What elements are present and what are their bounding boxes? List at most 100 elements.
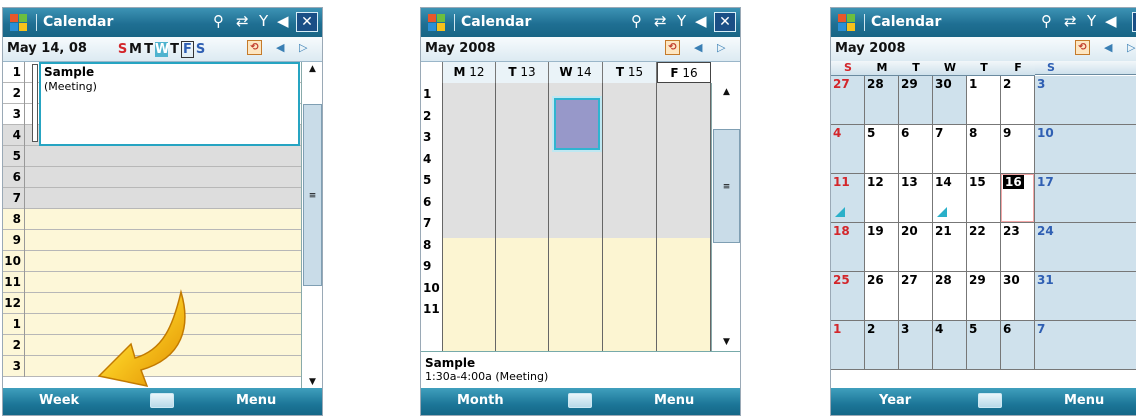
antenna-icon[interactable]: Y — [259, 12, 268, 30]
day-column[interactable] — [657, 83, 711, 351]
today-jump-icon[interactable]: ⟲ — [247, 40, 262, 55]
month-day-cell[interactable]: 14 — [933, 174, 967, 223]
scroll-thumb[interactable]: ≡ — [713, 129, 740, 243]
close-icon[interactable]: ✕ — [714, 12, 736, 32]
softkey-menu[interactable]: Menu — [1064, 393, 1104, 408]
month-day-cell[interactable]: 1 — [967, 76, 1001, 125]
month-day-cell[interactable]: 26 — [865, 272, 899, 321]
month-day-cell[interactable]: 13 — [899, 174, 933, 223]
day-header-wed[interactable]: W 14 — [549, 62, 603, 83]
volume-icon[interactable]: ◀ — [695, 12, 707, 30]
next-week-button[interactable]: ▷ — [717, 41, 725, 54]
windows-start-icon[interactable] — [427, 13, 447, 32]
month-day-cell[interactable]: 6 — [899, 125, 933, 174]
weekday-fri-today[interactable]: F — [181, 41, 194, 58]
scroll-up-icon[interactable]: ▲ — [712, 85, 740, 99]
vertical-scrollbar[interactable]: ▲ ≡ ▼ — [711, 83, 740, 351]
connectivity-icon[interactable]: ⇄ — [236, 12, 249, 30]
keyboard-icon[interactable] — [978, 393, 1002, 408]
month-day-cell[interactable]: 7 — [1035, 321, 1136, 370]
day-column[interactable] — [443, 83, 496, 351]
month-day-cell[interactable]: 22 — [967, 223, 1001, 272]
month-day-cell[interactable]: 28 — [933, 272, 967, 321]
windows-start-icon[interactable] — [837, 13, 857, 32]
connectivity-icon[interactable]: ⇄ — [1064, 12, 1077, 30]
day-header-mon[interactable]: M 12 — [443, 62, 496, 83]
month-day-cell[interactable]: 9 — [1001, 125, 1035, 174]
volume-icon[interactable]: ◀ — [277, 12, 289, 30]
windows-start-icon[interactable] — [9, 13, 29, 32]
hour-row[interactable]: 6 — [3, 167, 301, 188]
month-day-cell[interactable]: 27 — [831, 76, 865, 125]
day-header-tue[interactable]: T 13 — [496, 62, 549, 83]
month-day-cell[interactable]: 7 — [933, 125, 967, 174]
hour-row[interactable]: 5 — [3, 146, 301, 167]
month-day-cell[interactable]: 27 — [899, 272, 933, 321]
month-day-cell[interactable]: 29 — [967, 272, 1001, 321]
month-day-cell[interactable]: 30 — [1001, 272, 1035, 321]
next-month-button[interactable]: ▷ — [1127, 41, 1135, 54]
hour-row[interactable]: 10 — [3, 251, 301, 272]
month-day-cell[interactable]: 16 — [1001, 174, 1035, 223]
antenna-icon[interactable]: Y — [1087, 12, 1096, 30]
month-day-cell[interactable]: 30 — [933, 76, 967, 125]
hour-row[interactable]: 9 — [3, 230, 301, 251]
weekday-tue[interactable]: T — [142, 42, 155, 57]
month-day-cell[interactable]: 28 — [865, 76, 899, 125]
current-date[interactable]: May 14, 08 — [7, 41, 87, 56]
close-icon[interactable]: ✕ — [296, 12, 318, 32]
month-day-cell[interactable]: 4 — [933, 321, 967, 370]
month-day-cell[interactable]: 2 — [1001, 76, 1035, 125]
prev-month-button[interactable]: ◀ — [1104, 41, 1112, 54]
month-day-cell[interactable]: 3 — [899, 321, 933, 370]
month-day-cell[interactable]: 8 — [967, 125, 1001, 174]
signal-icon[interactable]: ⚲ — [1041, 12, 1052, 30]
signal-icon[interactable]: ⚲ — [631, 12, 642, 30]
scroll-thumb[interactable]: ≡ — [303, 104, 322, 286]
weekday-sat[interactable]: S — [194, 42, 207, 57]
hour-row[interactable]: 8 — [3, 209, 301, 230]
month-day-cell[interactable]: 10 — [1035, 125, 1136, 174]
month-day-cell[interactable]: 21 — [933, 223, 967, 272]
signal-icon[interactable]: ⚲ — [213, 12, 224, 30]
hour-row[interactable]: 7 — [3, 188, 301, 209]
month-day-cell[interactable]: 5 — [865, 125, 899, 174]
scroll-up-icon[interactable]: ▲ — [302, 62, 322, 76]
month-day-cell[interactable]: 2 — [865, 321, 899, 370]
softkey-month[interactable]: Month — [457, 393, 504, 408]
month-day-cell[interactable]: 11 — [831, 174, 865, 223]
month-day-cell[interactable]: 1 — [831, 321, 865, 370]
month-day-cell[interactable]: 6 — [1001, 321, 1035, 370]
weekday-wed-selected[interactable]: W — [155, 42, 169, 57]
prev-week-button[interactable]: ◀ — [694, 41, 702, 54]
day-header-thu[interactable]: T 15 — [603, 62, 657, 83]
month-day-cell[interactable]: 18 — [831, 223, 865, 272]
weekday-thu[interactable]: T — [168, 42, 181, 57]
next-day-button[interactable]: ▷ — [299, 41, 307, 54]
vertical-scrollbar[interactable]: ▲ ≡ ▼ — [301, 62, 322, 389]
month-day-cell[interactable]: 17 — [1035, 174, 1136, 223]
softkey-week[interactable]: Week — [39, 393, 79, 408]
prev-day-button[interactable]: ◀ — [276, 41, 284, 54]
month-day-cell[interactable]: 12 — [865, 174, 899, 223]
weekday-mon[interactable]: M — [129, 42, 142, 57]
event-block[interactable] — [554, 98, 600, 150]
month-day-cell[interactable]: 23 — [1001, 223, 1035, 272]
day-column[interactable] — [496, 83, 549, 351]
today-jump-icon[interactable]: ⟲ — [665, 40, 680, 55]
day-header-fri-today[interactable]: F 16 — [657, 62, 711, 83]
keyboard-icon[interactable] — [150, 393, 174, 408]
month-day-cell[interactable]: 20 — [899, 223, 933, 272]
scroll-down-icon[interactable]: ▼ — [712, 335, 740, 349]
month-day-cell[interactable]: 25 — [831, 272, 865, 321]
month-day-cell[interactable]: 4 — [831, 125, 865, 174]
event-summary[interactable]: Sample 1:30a-4:00a (Meeting) — [421, 351, 740, 389]
month-day-cell[interactable]: 31 — [1035, 272, 1136, 321]
volume-icon[interactable]: ◀ — [1105, 12, 1117, 30]
month-day-cell[interactable]: 29 — [899, 76, 933, 125]
scroll-down-icon[interactable]: ▼ — [302, 375, 322, 389]
month-day-cell[interactable]: 15 — [967, 174, 1001, 223]
connectivity-icon[interactable]: ⇄ — [654, 12, 667, 30]
appointment-block[interactable]: Sample (Meeting) — [39, 62, 300, 146]
softkey-menu[interactable]: Menu — [654, 393, 694, 408]
